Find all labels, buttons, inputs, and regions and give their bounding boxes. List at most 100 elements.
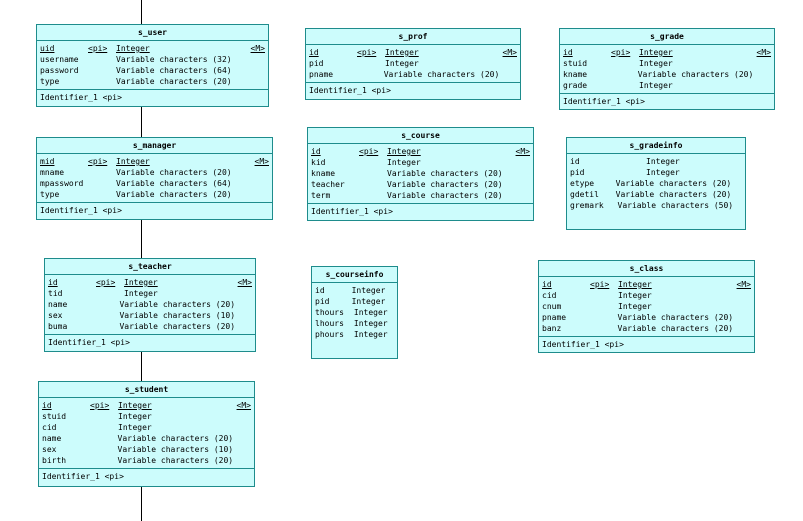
mandatory-marker — [233, 433, 251, 444]
attribute-type: Integer — [118, 412, 152, 421]
attribute-row[interactable]: uid <pi> Integer <M> — [40, 43, 265, 54]
attribute-type: Integer — [351, 286, 386, 295]
attribute-row[interactable]: grade Integer — [563, 80, 771, 91]
attribute-row[interactable]: cnum Integer — [542, 301, 751, 312]
entity-s_courseinfo[interactable]: s_courseinfo id Integer pid Integer thours Int… — [311, 266, 398, 359]
attribute-row[interactable]: kid Integer — [311, 157, 530, 168]
attribute-row[interactable]: pid Integer — [570, 167, 742, 178]
attribute-row[interactable]: id Integer — [570, 156, 742, 167]
primary-identifier-marker — [93, 299, 119, 310]
attribute-row[interactable]: cid Integer — [542, 290, 751, 301]
entity-title: s_class — [539, 261, 754, 277]
attribute-row[interactable]: buma Variable characters (20) — [48, 321, 252, 332]
attribute-type: Variable characters (10) — [119, 311, 236, 320]
attribute-type: Variable characters (32) — [116, 55, 232, 64]
attribute-row[interactable]: thours Integer — [315, 307, 394, 318]
attribute-row[interactable]: type Variable characters (20) — [40, 76, 265, 87]
attribute-type: Variable characters (20) — [117, 434, 234, 443]
mandatory-marker — [733, 200, 742, 211]
mandatory-marker — [234, 288, 252, 299]
attribute-row[interactable]: mpassword Variable characters (64) — [40, 178, 269, 189]
attribute-row[interactable]: teacher Variable characters (20) — [311, 179, 530, 190]
entity-s_course[interactable]: s_course id <pi> Integer <M> kid Integer kname V… — [307, 127, 534, 221]
mandatory-marker — [724, 156, 742, 167]
primary-identifier-marker: <pi> — [90, 401, 110, 410]
attribute-row[interactable]: banz Variable characters (20) — [542, 323, 751, 334]
attribute-row[interactable]: name Variable characters (20) — [42, 433, 251, 444]
attribute-row[interactable]: id <pi> Integer <M> — [542, 279, 751, 290]
primary-identifier-marker: <pi> — [359, 147, 379, 156]
attribute-row[interactable]: type Variable characters (20) — [40, 189, 269, 200]
attribute-row[interactable]: birth Variable characters (20) — [42, 455, 251, 466]
entity-title: s_gradeinfo — [567, 138, 745, 154]
entity-s_student[interactable]: s_student id <pi> Integer <M> stuid Integer cid… — [38, 381, 255, 487]
attribute-type: Variable characters (20) — [387, 169, 503, 178]
attribute-name: phours — [315, 330, 344, 339]
primary-identifier-marker — [357, 58, 385, 69]
attribute-row[interactable]: term Variable characters (20) — [311, 190, 530, 201]
attribute-list: id <pi> Integer <M> stuid Integer cid Integer na… — [39, 398, 254, 469]
mandatory-marker — [233, 422, 251, 433]
entity-s_class[interactable]: s_class id <pi> Integer <M> cid Integer cnum Int… — [538, 260, 755, 353]
primary-identifier-marker — [359, 168, 387, 179]
entity-s_teacher[interactable]: s_teacher id <pi> Integer <M> tid Integer name V… — [44, 258, 256, 352]
attribute-row[interactable]: id Integer — [315, 285, 394, 296]
attribute-row[interactable]: id <pi> Integer <M> — [563, 47, 771, 58]
entity-title: s_teacher — [45, 259, 255, 275]
primary-identifier-marker — [356, 69, 384, 80]
attribute-row[interactable]: phours Integer — [315, 329, 394, 340]
attribute-list: id <pi> Integer <M> stuid Integer kname Variabl… — [560, 45, 774, 94]
attribute-row[interactable]: cid Integer — [42, 422, 251, 433]
attribute-row[interactable]: id <pi> Integer <M> — [309, 47, 517, 58]
attribute-row[interactable]: mid <pi> Integer <M> — [40, 156, 269, 167]
attribute-row[interactable]: kname Variable characters (20) — [311, 168, 530, 179]
attribute-type: Integer — [646, 157, 680, 166]
attribute-row[interactable]: id <pi> Integer <M> — [311, 146, 530, 157]
mandatory-marker — [233, 455, 251, 466]
attribute-row[interactable]: mname Variable characters (20) — [40, 167, 269, 178]
attribute-type: Variable characters (10) — [117, 445, 234, 454]
mandatory-marker — [753, 69, 771, 80]
attribute-row[interactable]: lhours Integer — [315, 318, 394, 329]
attribute-row[interactable]: gremark Variable characters (50) — [570, 200, 742, 211]
attribute-row[interactable]: etype Variable characters (20) — [570, 178, 742, 189]
entity-s_manager[interactable]: s_manager mid <pi> Integer <M> mname Variable … — [36, 137, 273, 220]
mandatory-marker — [499, 58, 517, 69]
attribute-row[interactable]: stuid Integer — [563, 58, 771, 69]
mandatory-marker — [235, 321, 252, 332]
entity-s_grade[interactable]: s_grade id <pi> Integer <M> stuid Integer kname… — [559, 28, 775, 110]
mandatory-marker — [385, 296, 394, 307]
entity-s_user[interactable]: s_user uid <pi> Integer <M> username Variable … — [36, 24, 269, 107]
identifier-label: Identifier_1 <pi> — [40, 93, 122, 102]
entity-s_gradeinfo[interactable]: s_gradeinfo id Integer pid Integer etype Varia… — [566, 137, 746, 230]
attribute-row[interactable]: sex Variable characters (10) — [48, 310, 252, 321]
attribute-type: Variable characters (50) — [617, 201, 734, 210]
attribute-name: gdetil — [570, 190, 599, 199]
attribute-row[interactable]: sex Variable characters (10) — [42, 444, 251, 455]
attribute-type: Integer — [353, 330, 388, 339]
primary-identifier-marker — [88, 189, 116, 200]
attribute-row[interactable]: gdetil Variable characters (20) — [570, 189, 742, 200]
attribute-row[interactable]: username Variable characters (32) — [40, 54, 265, 65]
attribute-row[interactable]: pid Integer — [309, 58, 517, 69]
entity-s_prof[interactable]: s_prof id <pi> Integer <M> pid Integer pname Var… — [305, 28, 521, 100]
attribute-type: Variable characters (20) — [387, 180, 503, 189]
attribute-row[interactable]: tid Integer — [48, 288, 252, 299]
identifier-label: Identifier_1 <pi> — [309, 86, 391, 95]
attribute-name: id — [309, 48, 319, 57]
attribute-name: pid — [570, 168, 585, 177]
mandatory-marker — [512, 179, 530, 190]
attribute-row[interactable]: pid Integer — [315, 296, 394, 307]
attribute-row[interactable]: name Variable characters (20) — [48, 299, 252, 310]
attribute-name: id — [48, 278, 58, 287]
primary-identifier-marker — [344, 329, 354, 340]
attribute-row[interactable]: stuid Integer — [42, 411, 251, 422]
attribute-type: Integer — [351, 297, 386, 306]
attribute-row[interactable]: pname Variable characters (20) — [542, 312, 751, 323]
attribute-row[interactable]: password Variable characters (64) — [40, 65, 265, 76]
attribute-row[interactable]: kname Variable characters (20) — [563, 69, 771, 80]
attribute-row[interactable]: id <pi> Integer <M> — [48, 277, 252, 288]
attribute-row[interactable]: pname Variable characters (20) — [309, 69, 517, 80]
primary-identifier-marker — [344, 318, 354, 329]
attribute-row[interactable]: id <pi> Integer <M> — [42, 400, 251, 411]
